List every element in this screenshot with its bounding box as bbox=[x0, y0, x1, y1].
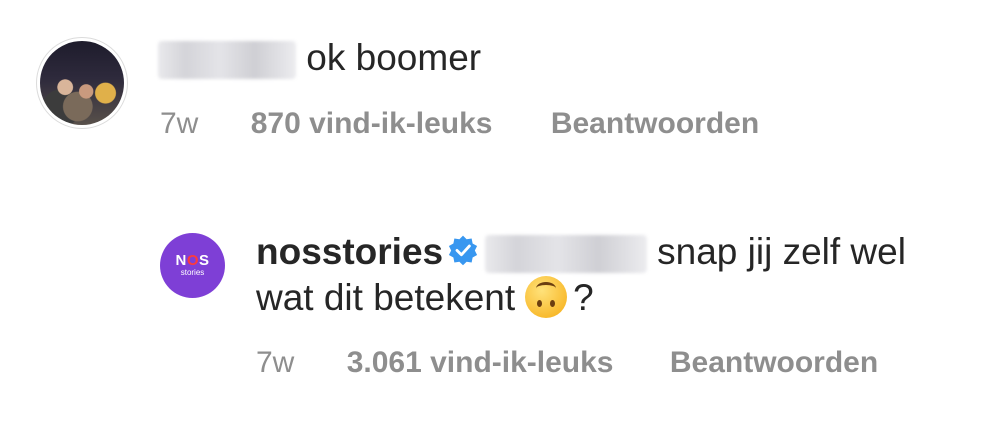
comment-text: ok boomer bbox=[306, 37, 482, 78]
comment-text-line-2: wat dit betekent? bbox=[256, 276, 594, 320]
likes-count-link[interactable]: 870 vind-ik-leuks bbox=[251, 107, 493, 140]
comment-text-line: nosstories snap jij zelf wel bbox=[256, 230, 906, 274]
user-avatar[interactable] bbox=[36, 37, 128, 129]
upside-down-face-emoji-icon bbox=[525, 276, 568, 318]
verified-badge-icon bbox=[449, 235, 478, 266]
nos-logo: NOS bbox=[175, 252, 210, 269]
username-link[interactable]: nosstories bbox=[256, 231, 443, 272]
reply-button[interactable]: Beantwoorden bbox=[551, 107, 759, 140]
comment-text-line: ok boomer bbox=[158, 36, 481, 80]
likes-count-link[interactable]: 3.061 vind-ik-leuks bbox=[347, 346, 614, 379]
comment-timestamp: 7w bbox=[160, 107, 199, 140]
comment-text-part2: wat dit betekent bbox=[256, 277, 516, 318]
redacted-mention[interactable] bbox=[485, 235, 648, 274]
comment-meta: 7w 870 vind-ik-leuks Beantwoorden bbox=[160, 106, 759, 142]
comment-timestamp: 7w bbox=[256, 346, 295, 379]
reply-button[interactable]: Beantwoorden bbox=[670, 346, 878, 379]
avatar-photo-image bbox=[40, 41, 124, 125]
comment-text-end: ? bbox=[573, 277, 594, 318]
nos-stories-avatar[interactable]: NOS stories bbox=[160, 233, 225, 298]
nos-logo-sub: stories bbox=[180, 268, 205, 277]
comment-meta: 7w 3.061 vind-ik-leuks Beantwoorden bbox=[256, 345, 878, 381]
comment-text-part1: snap jij zelf wel bbox=[657, 231, 906, 272]
redacted-username[interactable] bbox=[158, 41, 296, 80]
